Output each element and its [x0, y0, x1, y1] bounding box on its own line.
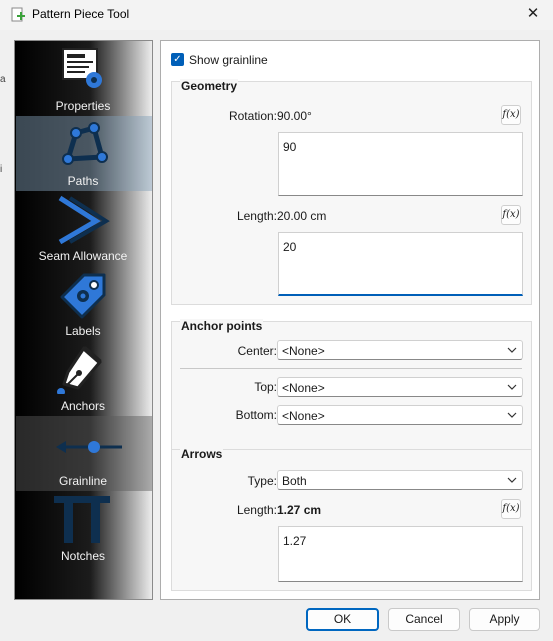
sidebar-item-paths[interactable]: Paths [16, 116, 152, 191]
grainline-icon [56, 441, 122, 453]
function-icon: f(x) [502, 109, 520, 120]
sidebar-item-label: Seam Allowance [38, 249, 128, 263]
length-label: Length: [236, 209, 277, 223]
rotation-formula-button[interactable]: f(x) [501, 105, 521, 125]
rotation-label: Rotation: [228, 109, 277, 123]
sidebar-item-label: Properties [55, 99, 111, 113]
sidebar-item-labels[interactable]: Labels [16, 266, 152, 341]
center-select[interactable]: <None> [277, 340, 523, 360]
function-icon: f(x) [502, 503, 520, 514]
sidebar-item-notches[interactable]: Notches [16, 491, 152, 566]
arrow-type-select[interactable]: Both [277, 470, 523, 490]
center-select-value: <None> [282, 344, 325, 358]
arrow-type-select-value: Both [282, 474, 307, 488]
cancel-button[interactable]: Cancel [388, 608, 460, 631]
bottom-label: Bottom: [235, 408, 277, 422]
bottom-select[interactable]: <None> [277, 405, 523, 425]
length-formula-button[interactable]: f(x) [501, 205, 521, 225]
sidebar-item-grainline[interactable]: Grainline [16, 416, 152, 491]
rotation-value: 90.00° [277, 109, 312, 123]
grainline-panel: ✓ Show grainline Geometry Rotation: 90.0… [160, 40, 540, 600]
sidebar-item-properties[interactable]: Properties [16, 41, 152, 116]
geometry-group-title: Geometry [180, 79, 239, 93]
arrow-type-label: Type: [247, 474, 277, 488]
title-bar: Pattern Piece Tool ✕ [0, 0, 553, 30]
window-title: Pattern Piece Tool [32, 7, 130, 21]
seam-allowance-icon [58, 195, 110, 244]
arrow-length-formula-button[interactable]: f(x) [501, 499, 521, 519]
geometry-group: Geometry Rotation: 90.00° f(x) 90 Length… [171, 79, 532, 305]
arrows-group-title: Arrows [180, 447, 224, 461]
function-icon: f(x) [502, 209, 520, 220]
background-window-edge: a i [0, 40, 6, 600]
chevron-down-icon [507, 477, 517, 483]
anchor-separator [180, 368, 522, 369]
sidebar-item-anchors[interactable]: Anchors [16, 341, 152, 416]
top-select-value: <None> [282, 381, 325, 395]
paths-icon [62, 122, 108, 165]
close-icon: ✕ [526, 5, 540, 22]
sidebar-item-seam-allowance[interactable]: Seam Allowance [16, 191, 152, 266]
apply-button[interactable]: Apply [469, 608, 540, 631]
rotation-formula-input[interactable]: 90 [278, 132, 523, 196]
arrow-length-label: Length: [236, 503, 277, 517]
anchor-points-group-title: Anchor points [180, 319, 264, 333]
center-label: Center: [237, 344, 277, 358]
arrow-length-formula-input[interactable]: 1.27 [278, 526, 523, 582]
notches-icon [54, 496, 110, 543]
length-value: 20.00 cm [277, 209, 327, 223]
arrows-group: Arrows Type: Both Length: 1.27 cm f(x) 1… [171, 447, 532, 591]
chevron-down-icon [507, 412, 517, 418]
sidebar-item-label: Notches [60, 549, 106, 563]
sidebar: Properties Paths Seam Allowance Labels A… [14, 40, 153, 600]
length-formula-input[interactable]: 20 [278, 232, 523, 296]
labels-icon [60, 273, 106, 319]
edge-glyph: a [0, 74, 6, 85]
properties-icon [62, 48, 102, 88]
sidebar-item-label: Anchors [60, 399, 106, 413]
chevron-down-icon [507, 384, 517, 390]
app-icon [11, 7, 25, 22]
checkbox-checked-icon[interactable]: ✓ [171, 53, 184, 66]
ok-button[interactable]: OK [306, 608, 379, 631]
sidebar-item-label: Grainline [58, 474, 108, 488]
chevron-down-icon [507, 347, 517, 353]
sidebar-item-label: Paths [67, 174, 99, 188]
arrow-length-value: 1.27 cm [277, 503, 322, 517]
bottom-select-value: <None> [282, 409, 325, 423]
top-select[interactable]: <None> [277, 377, 523, 397]
show-grainline-label: Show grainline [189, 53, 268, 67]
top-label: Top: [254, 380, 277, 394]
edge-glyph: i [0, 164, 3, 175]
sidebar-item-label: Labels [65, 324, 101, 338]
close-button[interactable]: ✕ [523, 4, 543, 24]
anchors-icon [57, 346, 102, 394]
